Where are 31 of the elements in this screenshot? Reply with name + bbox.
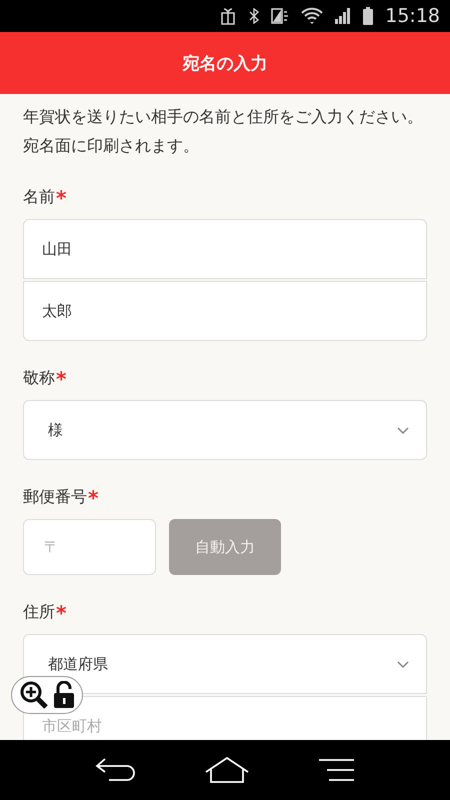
select-field[interactable]: 都道府県 [23,634,427,694]
bluetooth-icon [249,8,260,24]
battery-icon [363,7,374,25]
wifi-icon [301,7,324,25]
text-field[interactable]: 太郎 [23,281,427,341]
unlocked-padlock-icon [53,681,75,709]
gift-icon [219,6,238,26]
select-field[interactable]: 様 [23,400,427,460]
field-label: 敬称 [23,368,55,389]
field-label: 郵便番号 [23,487,87,508]
zoom-lock-control[interactable] [11,676,83,714]
required-mark: * [56,190,66,206]
required-mark: * [88,490,98,506]
field-label: 住所 [23,602,55,623]
page-title: 宛名の入力 [182,52,268,74]
required-mark: * [56,370,66,386]
menu-icon[interactable] [319,759,355,781]
clock-time: 15:18 [385,5,440,27]
signal-icon [335,8,352,24]
text-field[interactable]: 山田 [23,219,427,279]
field-label: 名前 [23,187,55,208]
chevron-down-icon [396,426,410,434]
screen-rotation-icon [271,7,290,25]
intro-text: 年賀状を送りたい相手の名前と住所をご入力ください。宛名面に印刷されます。 [23,106,424,157]
back-icon[interactable] [95,757,135,783]
home-icon[interactable] [205,757,249,783]
text-field[interactable]: 市区町村 [23,696,427,740]
required-mark: * [56,604,66,620]
zoom-in-icon [19,680,49,710]
chevron-down-icon [396,660,410,668]
text-field[interactable]: 〒 [23,519,156,575]
